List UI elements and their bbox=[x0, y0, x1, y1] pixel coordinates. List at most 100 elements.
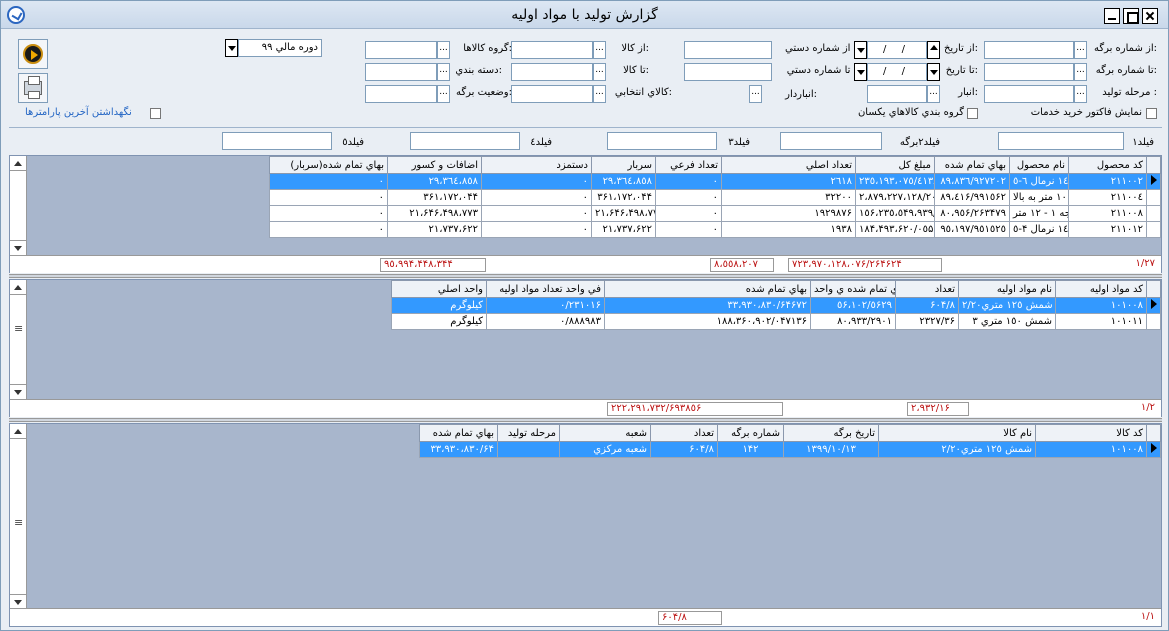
splitter-2[interactable] bbox=[9, 418, 1162, 422]
table-row[interactable]: كيلوگرم ٠/٨٨٨٩٨٣ ١٨٨،٣۶٠،٩٠٢/٠۴٧١٣۶ ٨٠،٩… bbox=[391, 313, 1161, 330]
from-goods-lookup-button[interactable]: ... bbox=[593, 41, 606, 59]
to-goods-input[interactable] bbox=[511, 63, 593, 81]
sheet-status-lookup-button[interactable]: ... bbox=[437, 85, 450, 103]
field2-input[interactable] bbox=[780, 132, 882, 150]
category-input[interactable] bbox=[365, 63, 437, 81]
col-total-amount[interactable]: مبلغ كل bbox=[855, 156, 935, 174]
table-row[interactable]: ٠ ٢١،٧٣٧،۶٢٢ ٠ ٢١،٧٣٧،۶٢٢ ٠ ١٩٣٨ ١٨۴،۴٩٣… bbox=[269, 221, 1161, 238]
field4-input[interactable] bbox=[410, 132, 520, 150]
scroll-down-button[interactable] bbox=[10, 240, 26, 255]
col-production-stage[interactable]: مرحله توليد bbox=[497, 424, 560, 442]
scroll-up-button[interactable] bbox=[10, 156, 26, 171]
warehouse-lookup-button[interactable]: ... bbox=[927, 85, 940, 103]
table-row[interactable]: ٠ ٢١،۶۴۶،۴٩٨،٧٧٣ ٠ ٢١،۶۴۶،۴٩٨،٧٧٣ ٠ ١٩٢٩… bbox=[269, 205, 1161, 222]
table-row[interactable]: كيلوگرم ٠/٢٣١٠١۶ ٣٣،٩٣٠،٨٣٠/۶۴۶٧٢ ٥۶،١٠٢… bbox=[391, 297, 1161, 314]
col-goods-code[interactable]: كد كالا bbox=[1035, 424, 1147, 442]
goods-group-lookup-button[interactable]: ... bbox=[437, 41, 450, 59]
warehouse-input[interactable] bbox=[867, 85, 927, 103]
col-qty[interactable]: تعداد bbox=[895, 280, 959, 298]
col-product-name[interactable]: نام محصول bbox=[1009, 156, 1069, 174]
scroll-down-button[interactable] bbox=[10, 384, 26, 399]
from-sheet-label: از شماره برگه: bbox=[1093, 43, 1157, 54]
category-lookup-button[interactable]: ... bbox=[437, 63, 450, 81]
printer-icon bbox=[24, 76, 42, 99]
col-main-qty[interactable]: تعداد اصلي bbox=[721, 156, 856, 174]
col-unit-qty[interactable]: في واحد تعداد مواد اوليه bbox=[486, 280, 605, 298]
table-row[interactable]: ٠ ٣۶١،١٧٢،٠۴۴ ٠ ٣۶١،١٧٢،٠۴۴ ٠ ٣٢٢٠٠ ٢،٨٧… bbox=[269, 189, 1161, 206]
col-material-code[interactable]: كد مواد اوليه bbox=[1055, 280, 1147, 298]
products-scrollbar[interactable] bbox=[10, 156, 27, 255]
keep-last-params-checkbox[interactable] bbox=[150, 108, 161, 119]
from-manual-no-label: از شماره دستي : bbox=[785, 43, 857, 54]
maximize-button[interactable] bbox=[1123, 8, 1139, 24]
group-same-goods-checkbox[interactable] bbox=[967, 108, 978, 119]
close-button[interactable] bbox=[1142, 8, 1158, 24]
minimize-button[interactable] bbox=[1104, 8, 1120, 24]
from-manual-no-input[interactable] bbox=[684, 41, 772, 59]
from-date-spin-button[interactable] bbox=[927, 41, 940, 59]
show-service-invoice-checkbox[interactable] bbox=[1146, 108, 1157, 119]
production-stage-lookup-button[interactable]: ... bbox=[1074, 85, 1087, 103]
fiscal-period-dropdown-button[interactable] bbox=[225, 39, 238, 57]
field5-input[interactable] bbox=[222, 132, 332, 150]
print-button[interactable] bbox=[18, 73, 48, 103]
scroll-up-button[interactable] bbox=[10, 424, 26, 439]
col-sheet-no[interactable]: شماره برگه bbox=[717, 424, 784, 442]
col-unit-cost[interactable]: بهاي تمام شده ي واحد bbox=[810, 280, 896, 298]
table-row[interactable]: ٠ ٢٩،٣٦٤،٨٥٨ ٠ ٢٩،٣٦٤،٨٥٨ ٠ ٢٦١٨ ٢٣٥،١٩٣… bbox=[269, 173, 1161, 190]
col-adjustments[interactable]: اضافات و كسور bbox=[387, 156, 482, 174]
col-goods-name[interactable]: نام كالا bbox=[878, 424, 1036, 442]
col-cost[interactable]: بهاي تمام شده bbox=[419, 424, 498, 442]
col-sub-qty[interactable]: تعداد فرعي bbox=[655, 156, 722, 174]
to-date-input[interactable]: / / bbox=[867, 63, 927, 81]
storekeeper-lookup-button[interactable]: ... bbox=[749, 85, 762, 103]
sheet-status-input[interactable] bbox=[365, 85, 437, 103]
selected-goods-input[interactable] bbox=[511, 85, 593, 103]
field3-input[interactable] bbox=[607, 132, 717, 150]
col-product-code[interactable]: كد محصول bbox=[1068, 156, 1147, 174]
scroll-grip-icon[interactable]: ≡ bbox=[14, 322, 23, 335]
col-branch[interactable]: شعبه bbox=[559, 424, 651, 442]
materials-scrollbar[interactable]: ≡ bbox=[10, 280, 27, 399]
from-manual-no-dropdown-button[interactable] bbox=[854, 41, 867, 59]
goods-group-input[interactable] bbox=[365, 41, 437, 59]
to-manual-no-input[interactable] bbox=[684, 63, 772, 81]
sheets-scrollbar[interactable]: ≡ bbox=[10, 424, 27, 609]
scroll-up-button[interactable] bbox=[10, 280, 26, 295]
col-overhead[interactable]: سربار bbox=[591, 156, 656, 174]
col-material-name[interactable]: نام مواد اوليه bbox=[958, 280, 1056, 298]
scroll-grip-icon[interactable]: ≡ bbox=[14, 516, 23, 529]
from-sheet-lookup-button[interactable]: ... bbox=[1074, 41, 1087, 59]
col-wage[interactable]: دستمزد bbox=[481, 156, 592, 174]
col-cost-overhead[interactable]: بهاي تمام شده(سربار) bbox=[269, 156, 388, 174]
row-indicator bbox=[1146, 205, 1161, 222]
to-date-dropdown-button[interactable] bbox=[927, 63, 940, 81]
production-stage-input[interactable] bbox=[984, 85, 1074, 103]
products-footer: ٧٢٣،٩٧٠،١٢٨،٠٧۶/٢۶۴۶٢۴ ٨،٥٥٨،٢٠٧ ٩٥،٩٩۴،… bbox=[10, 255, 1161, 273]
to-sheet-lookup-button[interactable]: ... bbox=[1074, 63, 1087, 81]
to-manual-no-dropdown-button[interactable] bbox=[854, 63, 867, 81]
to-goods-lookup-button[interactable]: ... bbox=[593, 63, 606, 81]
run-report-button[interactable] bbox=[18, 39, 48, 69]
col-qty[interactable]: تعداد bbox=[650, 424, 718, 442]
to-sheet-input[interactable] bbox=[984, 63, 1074, 81]
from-date-input[interactable]: / / bbox=[867, 41, 927, 59]
cell: كيلوگرم bbox=[391, 313, 487, 330]
splitter-1[interactable] bbox=[9, 274, 1162, 278]
col-cost[interactable]: بهاي تمام شده bbox=[604, 280, 811, 298]
keep-last-params-label: نگهداشتن آخرين پارامترها bbox=[25, 107, 132, 118]
col-main-unit[interactable]: واحد اصلي bbox=[391, 280, 487, 298]
from-goods-input[interactable] bbox=[511, 41, 593, 59]
cell: شعبه مركزي bbox=[559, 441, 651, 458]
fiscal-period-select[interactable]: دوره مالي ٩٩ bbox=[238, 39, 322, 57]
current-row-icon bbox=[1146, 297, 1161, 314]
col-cost[interactable]: بهاي تمام شده bbox=[934, 156, 1010, 174]
scroll-down-button[interactable] bbox=[10, 594, 26, 609]
table-row[interactable]: ٣٣،٩٣٠،٨٣٠/۶۴ شعبه مركزي ۶٠۴/٨ ١۴٢ ١٣٩٩/… bbox=[419, 441, 1161, 458]
field1-input[interactable] bbox=[998, 132, 1124, 150]
cell: ٠ bbox=[481, 189, 592, 206]
selected-goods-lookup-button[interactable]: ... bbox=[593, 85, 606, 103]
from-sheet-input[interactable] bbox=[984, 41, 1074, 59]
col-sheet-date[interactable]: تاريخ برگه bbox=[783, 424, 879, 442]
to-manual-no-label: تا شماره دستي : bbox=[786, 65, 857, 76]
